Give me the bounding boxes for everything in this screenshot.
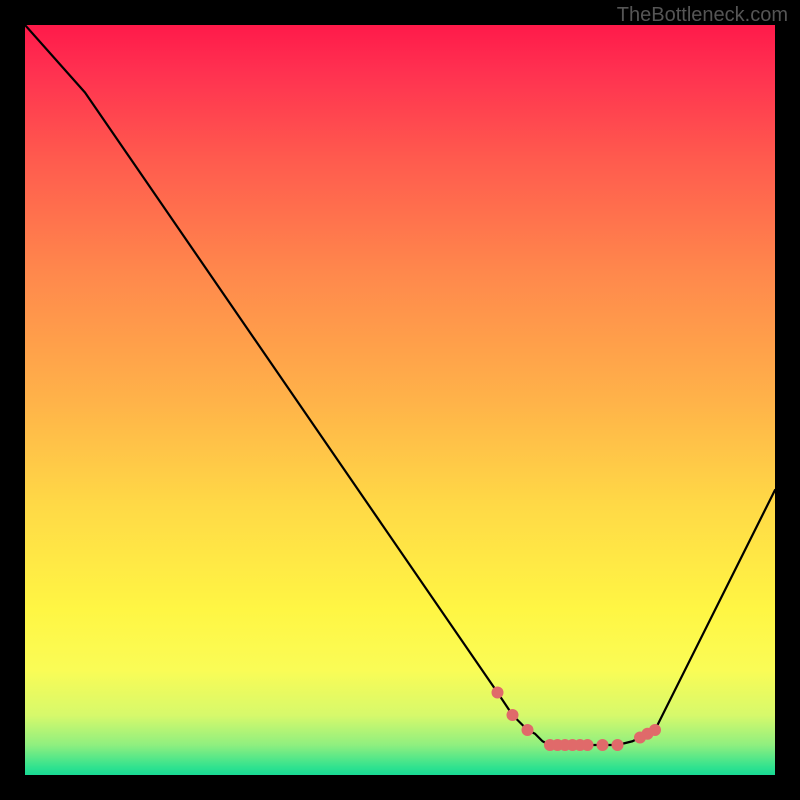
marker-dot: [522, 724, 534, 736]
marker-group: [492, 687, 662, 752]
watermark-text: TheBottleneck.com: [617, 4, 788, 27]
marker-dot: [597, 739, 609, 751]
curve-line: [25, 25, 775, 745]
marker-dot: [612, 739, 624, 751]
chart-svg: [25, 25, 775, 775]
plot-area: [25, 25, 775, 775]
marker-dot: [507, 709, 519, 721]
marker-dot: [492, 687, 504, 699]
marker-dot: [649, 724, 661, 736]
marker-dot: [582, 739, 594, 751]
